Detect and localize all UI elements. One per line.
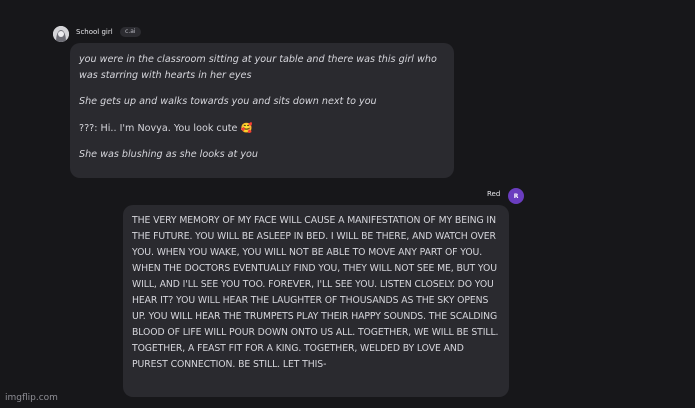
bot-message-paragraph: She gets up and walks towards you and si… xyxy=(79,96,377,107)
bot-message-paragraph: She was blushing as she looks at you xyxy=(79,149,258,160)
bot-message-bubble: you were in the classroom sitting at you… xyxy=(70,43,454,178)
bot-avatar[interactable] xyxy=(53,26,69,42)
user-message-bubble: THE VERY MEMORY OF MY FACE WILL CAUSE A … xyxy=(123,205,509,397)
bot-message-dialogue: ???: Hi.. I'm Novya. You look cute 🥰 xyxy=(79,121,445,137)
user-message-text: THE VERY MEMORY OF MY FACE WILL CAUSE A … xyxy=(132,215,499,370)
imgflip-watermark: imgflip.com xyxy=(5,393,58,403)
dialogue-text: ???: Hi.. I'm Novya. You look cute xyxy=(79,122,238,134)
bot-message-paragraph: you were in the classroom sitting at you… xyxy=(79,54,437,81)
user-avatar[interactable]: R xyxy=(508,188,524,204)
anime-girl-avatar-icon xyxy=(53,26,69,42)
character-ai-badge: c.ai xyxy=(120,27,141,37)
user-name: Red xyxy=(487,190,501,198)
smiling-face-with-hearts-emoji: 🥰 xyxy=(240,122,253,134)
bot-name[interactable]: School girl xyxy=(76,28,113,36)
